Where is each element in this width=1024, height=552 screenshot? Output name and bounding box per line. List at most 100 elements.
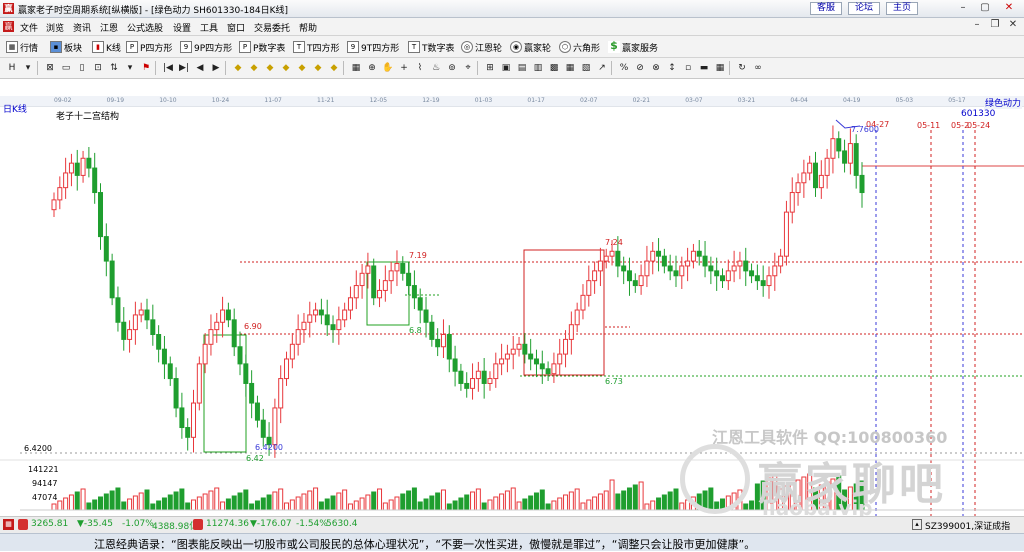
sz-code-label[interactable]: SZ399001,深证成指 <box>925 519 1010 532</box>
no-icon[interactable]: ⊘ <box>634 62 646 74</box>
forum-button[interactable]: 论坛 <box>848 2 880 15</box>
crosshair-icon[interactable]: ⊕ <box>366 62 378 74</box>
menu-gann[interactable]: 江恩 <box>100 21 118 34</box>
calc-icon[interactable]: ▦ <box>714 62 726 74</box>
menu-tools[interactable]: 工具 <box>200 21 218 34</box>
diamond2-icon[interactable]: ◆ <box>248 62 260 74</box>
box1-icon[interactable]: ▣ <box>500 62 512 74</box>
candle-body-down <box>330 324 336 331</box>
t-square-button[interactable]: T T四方形 <box>293 39 340 55</box>
candle-body-up <box>57 187 63 201</box>
candle-body-up <box>574 309 580 326</box>
fire-icon[interactable]: ♨ <box>430 62 442 74</box>
p-square-button[interactable]: P P四方形 <box>126 39 172 55</box>
prev-icon[interactable]: ◀ <box>194 62 206 74</box>
period-label: 日K线 <box>3 105 27 115</box>
diamond5-icon[interactable]: ◆ <box>296 62 308 74</box>
child-restore-icon[interactable]: ❐ <box>988 19 1002 32</box>
diamond4-icon[interactable]: ◆ <box>280 62 292 74</box>
line-tool-icon[interactable]: ⌇ <box>414 62 426 74</box>
target-icon[interactable]: ⌖ <box>462 62 474 74</box>
menu-help[interactable]: 帮助 <box>299 21 317 34</box>
candle-body-down <box>435 338 441 348</box>
gann-wheel-button[interactable]: ◎ 江恩轮 <box>461 39 502 55</box>
box5-icon[interactable]: ▦ <box>564 62 576 74</box>
percent-icon[interactable]: % <box>618 62 630 74</box>
volume-bar-up <box>603 490 609 511</box>
bar-icon[interactable]: ▯ <box>76 62 88 74</box>
hexagon-button[interactable]: ⬡ 六角形 <box>559 39 600 55</box>
menu-trade[interactable]: 交易委托 <box>254 21 290 34</box>
infinity-icon[interactable]: ∞ <box>752 62 764 74</box>
diamond6-icon[interactable]: ◆ <box>312 62 324 74</box>
bar-tool-icon[interactable]: ▬ <box>698 62 710 74</box>
candle-body-down <box>429 321 435 340</box>
plus-icon[interactable]: + <box>398 62 410 74</box>
sz-flag-icon <box>193 519 203 530</box>
winner-wheel-button[interactable]: ◉ 赢家轮 <box>510 39 551 55</box>
maximize-icon[interactable]: ▢ <box>978 2 992 15</box>
diamond1-icon[interactable]: ◆ <box>232 62 244 74</box>
refresh-icon[interactable]: ↻ <box>736 62 748 74</box>
hand-icon[interactable]: ✋ <box>382 62 394 74</box>
quotes-button[interactable]: ▦ 行情 <box>6 39 38 55</box>
grid-tool-icon[interactable]: ▦ <box>350 62 362 74</box>
cancel-icon[interactable]: ⊗ <box>650 62 662 74</box>
small-rect-icon[interactable]: ▫ <box>682 62 694 74</box>
box3-icon[interactable]: ▥ <box>532 62 544 74</box>
winner-service-button[interactable]: $ 赢家服务 <box>608 39 658 55</box>
box2-icon[interactable]: ▤ <box>516 62 528 74</box>
menu-browse[interactable]: 浏览 <box>46 21 64 34</box>
volume-bar-down <box>743 503 749 511</box>
child-minimize-icon[interactable]: – <box>970 19 984 32</box>
kline-button[interactable]: ▮ K线 <box>92 39 121 55</box>
candle-body-up <box>551 363 557 375</box>
volume-bar-up <box>650 500 656 511</box>
menu-file[interactable]: 文件 <box>20 21 38 34</box>
circle-tool-icon[interactable]: ⊚ <box>446 62 458 74</box>
9t-square-button[interactable]: 9 9T四方形 <box>347 39 399 55</box>
t-table-button[interactable]: T T数字表 <box>408 39 455 55</box>
zoom-icon[interactable]: ⊠ <box>44 62 56 74</box>
table-tool-icon[interactable]: ⊞ <box>484 62 496 74</box>
sh-flag-icon <box>18 519 28 530</box>
close-icon[interactable]: ✕ <box>1002 2 1016 15</box>
volume-bar-up <box>289 499 295 511</box>
rect-icon[interactable]: ▭ <box>60 62 72 74</box>
toolbar-separator <box>155 61 156 75</box>
dropdown2-icon[interactable]: ▾ <box>124 62 136 74</box>
p-table-button[interactable]: P P数字表 <box>239 39 285 55</box>
adjust-icon[interactable]: ⇅ <box>108 62 120 74</box>
minimize-icon[interactable]: – <box>956 2 970 15</box>
candle-body-down <box>702 255 708 267</box>
menu-settings[interactable]: 设置 <box>173 21 191 34</box>
next-icon[interactable]: ▶ <box>210 62 222 74</box>
dropdown-icon[interactable]: ▾ <box>22 62 34 74</box>
blocks-icon: ▪ <box>50 41 62 53</box>
trend-icon[interactable]: ↗ <box>596 62 608 74</box>
home-tool-icon[interactable]: H <box>6 62 18 74</box>
menu-info[interactable]: 资讯 <box>73 21 91 34</box>
menu-formula[interactable]: 公式选股 <box>127 21 163 34</box>
menu-window[interactable]: 窗口 <box>227 21 245 34</box>
homepage-button[interactable]: 主页 <box>886 2 918 15</box>
last-icon[interactable]: ▶| <box>178 62 190 74</box>
diamond7-icon[interactable]: ◆ <box>328 62 340 74</box>
sectors-button[interactable]: ▪ 板块 <box>50 39 82 55</box>
box4-icon[interactable]: ▩ <box>548 62 560 74</box>
select-icon[interactable]: ⊡ <box>92 62 104 74</box>
child-close-icon[interactable]: ✕ <box>1006 19 1020 32</box>
sh-index-value: 3265.81 <box>31 519 69 529</box>
volume-bar-up <box>470 491 476 511</box>
first-icon[interactable]: |◀ <box>162 62 174 74</box>
9p-square-button[interactable]: 9 9P四方形 <box>180 39 232 55</box>
customer-service-button[interactable]: 客服 <box>810 2 842 15</box>
flag-icon[interactable]: ⚑ <box>140 62 152 74</box>
volume-bar-up <box>504 490 510 511</box>
box6-icon[interactable]: ▧ <box>580 62 592 74</box>
diamond3-icon[interactable]: ◆ <box>264 62 276 74</box>
candle-body-down <box>243 363 249 384</box>
vertical-icon[interactable]: ↕ <box>666 62 678 74</box>
candle-body-up <box>597 260 603 272</box>
volume-bar-up <box>80 488 86 511</box>
